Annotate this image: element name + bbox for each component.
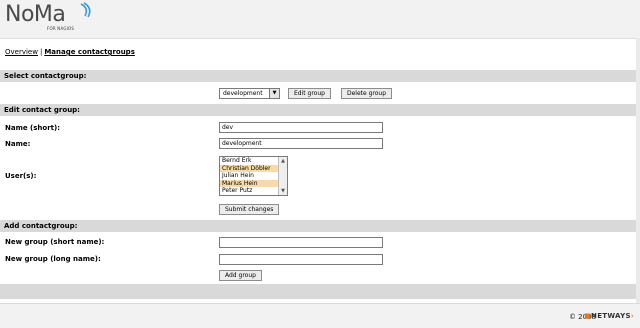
submit-changes-button[interactable]: Submit changes <box>219 204 280 215</box>
new-group-short-input[interactable] <box>219 237 383 248</box>
breadcrumb-separator: | <box>39 48 43 56</box>
add-contactgroup-header: Add contactgroup: <box>0 220 636 232</box>
netways-logo: ■NETWAYS› <box>584 312 634 320</box>
name-short-label: Name (short): <box>5 124 61 132</box>
scroll-down-icon[interactable]: ▼ <box>279 187 287 195</box>
user-option-bernd-erk[interactable]: Bernd Erk <box>220 157 279 165</box>
user-option-julian-hein[interactable]: Julian Hein <box>220 172 279 180</box>
delete-group-button[interactable]: Delete group <box>341 88 393 99</box>
name-label: Name: <box>5 140 31 148</box>
user-option-peter-putz[interactable]: Peter Putz <box>220 187 279 195</box>
new-group-short-label: New group (short name): <box>5 238 105 246</box>
name-short-input[interactable] <box>219 122 383 133</box>
scroll-up-icon[interactable]: ▲ <box>279 157 287 165</box>
users-label: User(s): <box>5 172 37 180</box>
new-group-long-input[interactable] <box>219 254 383 265</box>
netways-brand: NETWAYS <box>591 312 631 320</box>
edit-contact-group-header: Edit contact group: <box>0 104 636 116</box>
edit-group-button[interactable]: Edit group <box>288 88 331 99</box>
logo-text: NoMa <box>5 2 66 27</box>
header: NoMa FOR NAGIOS <box>0 0 640 39</box>
noma-logo: NoMa <box>5 2 66 27</box>
users-listbox[interactable]: Bernd Erk Christian Döbler Julian Hein M… <box>219 156 288 196</box>
user-option-marius-hein[interactable]: Marius Hein <box>220 179 279 188</box>
contactgroup-select[interactable]: development ▼ <box>219 88 280 99</box>
manage-contactgroups-link[interactable]: Manage contactgroups <box>44 48 135 56</box>
name-input[interactable] <box>219 138 383 149</box>
signal-waves-icon <box>80 2 91 18</box>
user-option-christian-doebler[interactable]: Christian Döbler <box>220 164 279 173</box>
select-contactgroup-header: Select contactgroup: <box>0 70 636 82</box>
new-group-long-label: New group (long name): <box>5 255 101 263</box>
add-group-button[interactable]: Add group <box>219 270 262 281</box>
listbox-scrollbar[interactable]: ▲ ▼ <box>278 157 287 195</box>
footer-divider-bar <box>0 284 636 299</box>
logo-subtitle: FOR NAGIOS <box>47 26 75 31</box>
contactgroup-select-value: development <box>223 90 263 97</box>
overview-link[interactable]: Overview <box>5 48 38 56</box>
breadcrumb: Overview | Manage contactgroups <box>5 48 135 56</box>
page-edge <box>636 38 640 303</box>
footer: © 2008 ■NETWAYS› <box>0 303 640 328</box>
dropdown-arrow-icon[interactable]: ▼ <box>269 89 279 98</box>
